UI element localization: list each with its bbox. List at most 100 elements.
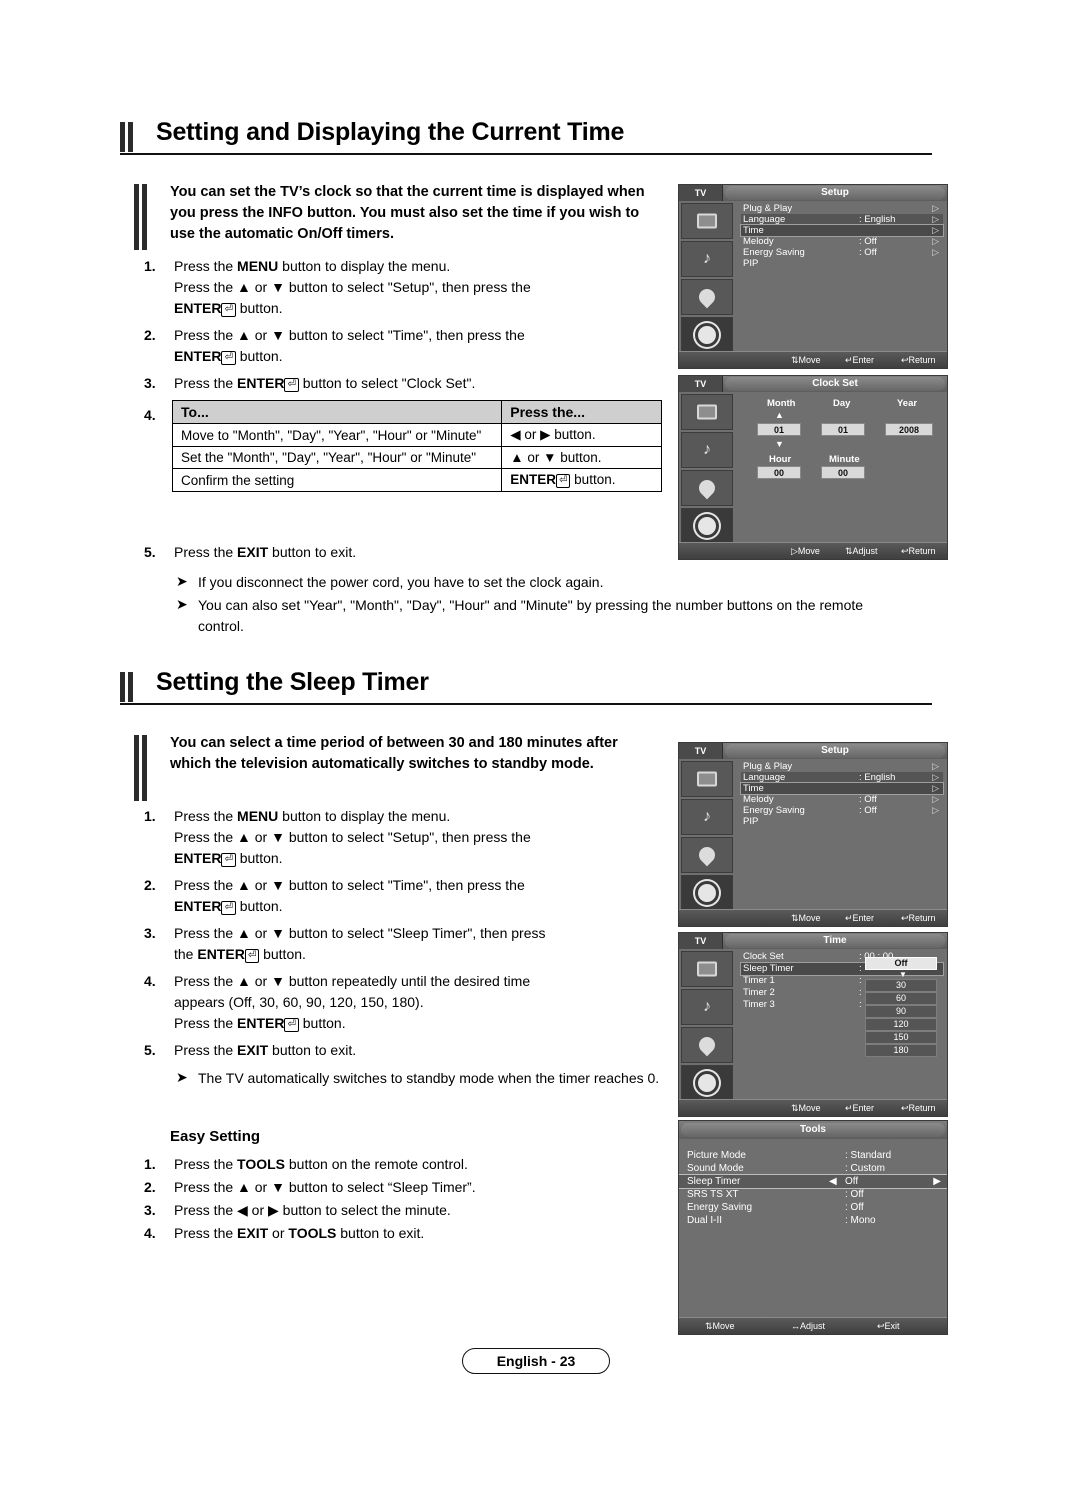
footer-enter: ↵ Enter xyxy=(845,913,875,923)
step-text: Press the TOOLS button on the remote con… xyxy=(174,1156,468,1172)
picture-menu-icon[interactable] xyxy=(681,761,733,797)
sound-menu-icon[interactable]: ♪ xyxy=(681,799,733,835)
step-text: Press the MENU button to display the men… xyxy=(174,808,531,867)
hour-value[interactable]: 00 xyxy=(757,466,801,479)
osd-menu-rows: Plug & Play ▷ Language : English ▷ Time … xyxy=(740,761,944,827)
channel-menu-icon[interactable] xyxy=(681,1027,733,1063)
picture-menu-icon[interactable] xyxy=(681,394,733,430)
chevron-right-icon: ▷ xyxy=(932,783,939,793)
sleep-timer-option-120[interactable]: 120 xyxy=(865,1018,937,1031)
menu-row-language[interactable]: Language : English ▷ xyxy=(741,214,943,225)
heading-accent-bars xyxy=(120,122,142,152)
channel-menu-icon[interactable] xyxy=(681,279,733,315)
menu-value: : xyxy=(859,987,862,998)
tools-value: : Custom xyxy=(845,1163,886,1174)
osd-body: ♪ ⌨ Clock Set : 00 : 00 Sleep Timer : Ti… xyxy=(679,949,947,1116)
menu-row-plug-play[interactable]: Plug & Play ▷ xyxy=(741,761,943,772)
channel-menu-icon[interactable] xyxy=(681,470,733,506)
step-number: 4. xyxy=(144,973,156,989)
label-month: Month xyxy=(767,398,796,409)
sound-menu-icon[interactable]: ♪ xyxy=(681,432,733,468)
sleep-timer-option-150[interactable]: 150 xyxy=(865,1031,937,1044)
osd-icon-column: ♪ ⌨ xyxy=(681,759,737,926)
table-row: Set the "Month", "Day", "Year", "Hour" o… xyxy=(171,446,662,469)
step-text: Press the ▲ or ▼ button to select "Time"… xyxy=(174,877,525,915)
arrow-up-icon[interactable]: ▲ xyxy=(775,410,784,420)
sleep-timer-option-90[interactable]: 90 xyxy=(865,1005,937,1018)
intro-accent-bars xyxy=(134,184,156,250)
tools-row-dual-i-ii[interactable]: Dual I-II : Mono xyxy=(679,1214,947,1227)
footer-adjust: ↔ Adjust xyxy=(791,1321,826,1331)
section-heading-current-time: Setting and Displaying the Current Time xyxy=(120,118,932,155)
step-text: Press the ENTER ⏎ button to select "Clock… xyxy=(174,375,476,392)
menu-label: Timer 1 xyxy=(743,975,775,986)
tools-row-sleep-timer[interactable]: Sleep Timer ◀ Off ▶ xyxy=(679,1174,947,1189)
menu-row-language[interactable]: Language : English ▷ xyxy=(741,772,943,783)
osd-tools-menu: Tools Picture Mode : Standard Sound Mode… xyxy=(678,1120,948,1335)
osd-menu-rows: Plug & Play ▷ Language : English ▷ Time … xyxy=(740,203,944,269)
step-item: 3. Press the ENTER ⏎ button to select "Cl… xyxy=(134,373,664,394)
picture-menu-icon[interactable] xyxy=(681,951,733,987)
menu-row-melody[interactable]: Melody : Off ▷ xyxy=(741,236,943,247)
sound-menu-icon[interactable]: ♪ xyxy=(681,989,733,1025)
osd-titlebar: TV Time xyxy=(679,933,947,949)
step-text: Press the ▲ or ▼ button to select "Sleep… xyxy=(174,925,546,963)
chevron-right-icon: ▷ xyxy=(932,772,939,782)
sleep-timer-option-off[interactable]: Off xyxy=(865,957,937,970)
arrow-left-icon[interactable]: ◀ xyxy=(829,1175,837,1188)
step-number: 1. xyxy=(144,258,156,274)
arrow-down-icon[interactable]: ▼ xyxy=(775,439,784,449)
chevron-right-icon: ▷ xyxy=(932,794,939,804)
menu-row-energy-saving[interactable]: Energy Saving : Off ▷ xyxy=(741,247,943,258)
year-value[interactable]: 2008 xyxy=(885,423,933,436)
osd-title: Tools xyxy=(681,1123,945,1137)
footer-enter: ↵ Enter xyxy=(845,1103,875,1113)
sound-menu-icon[interactable]: ♪ xyxy=(681,241,733,277)
setup-menu-icon[interactable] xyxy=(681,508,733,544)
tools-row-sound-mode[interactable]: Sound Mode : Custom xyxy=(679,1162,947,1175)
arrow-right-icon[interactable]: ▶ xyxy=(933,1175,941,1188)
chevron-right-icon: ▷ xyxy=(932,805,939,815)
arrow-down-icon: ▼ xyxy=(899,970,907,979)
menu-label: Timer 2 xyxy=(743,987,775,998)
osd-footer: ⇅ Move ↵ Enter ↩ Return xyxy=(679,909,947,926)
day-value[interactable]: 01 xyxy=(821,423,865,436)
osd-body: ♪ ⌨ Plug & Play ▷ Language : English ▷ T… xyxy=(679,759,947,926)
setup-menu-icon[interactable] xyxy=(681,1065,733,1101)
menu-row-time[interactable]: Time ▷ xyxy=(740,224,944,237)
menu-row-time[interactable]: Time ▷ xyxy=(740,782,944,795)
sleep-timer-option-180[interactable]: 180 xyxy=(865,1044,937,1057)
menu-row-plug-play[interactable]: Plug & Play ▷ xyxy=(741,203,943,214)
tools-row-picture-mode[interactable]: Picture Mode : Standard xyxy=(679,1149,947,1162)
note-arrow-icon: ➤ xyxy=(176,1069,188,1085)
setup-menu-icon[interactable] xyxy=(681,875,733,911)
setup-menu-icon[interactable] xyxy=(681,317,733,353)
sleep-timer-option-30[interactable]: 30 xyxy=(865,979,937,992)
channel-menu-icon[interactable] xyxy=(681,837,733,873)
sleep-timer-option-60[interactable]: 60 xyxy=(865,992,937,1005)
menu-row-pip[interactable]: PIP xyxy=(741,258,943,269)
easy-setting-title: Easy Setting xyxy=(170,1128,261,1145)
step-item: 2. Press the ▲ or ▼ button to select "Ti… xyxy=(134,875,664,917)
month-value[interactable]: 01 xyxy=(757,423,801,436)
step-text: Press the EXIT button to exit. xyxy=(174,1042,357,1058)
label-year: Year xyxy=(897,398,918,409)
page-title-current-time: Setting and Displaying the Current Time xyxy=(120,118,932,155)
osd-source-tab: TV xyxy=(679,743,723,759)
footer-return: ↩ Return xyxy=(901,546,936,556)
tools-row-energy-saving[interactable]: Energy Saving : Off xyxy=(679,1201,947,1214)
step-item: 1. Press the MENU button to display the … xyxy=(134,256,664,319)
menu-value: : xyxy=(859,999,862,1010)
menu-row-energy-saving[interactable]: Energy Saving : Off ▷ xyxy=(741,805,943,816)
minute-value[interactable]: 00 xyxy=(821,466,865,479)
menu-value: : English xyxy=(859,772,896,783)
table-cell-button: ▲ or ▼ button. xyxy=(501,446,662,469)
tools-value: : Off xyxy=(845,1202,864,1213)
tools-row-srs-ts-xt[interactable]: SRS TS XT : Off xyxy=(679,1188,947,1201)
step-text: Press the ▲ or ▼ button repeatedly until… xyxy=(174,973,531,1032)
osd-title: Time xyxy=(725,934,945,948)
menu-row-pip[interactable]: PIP xyxy=(741,816,943,827)
menu-row-melody[interactable]: Melody : Off ▷ xyxy=(741,794,943,805)
picture-menu-icon[interactable] xyxy=(681,203,733,239)
footer-move: ⇅ Move xyxy=(791,355,821,365)
